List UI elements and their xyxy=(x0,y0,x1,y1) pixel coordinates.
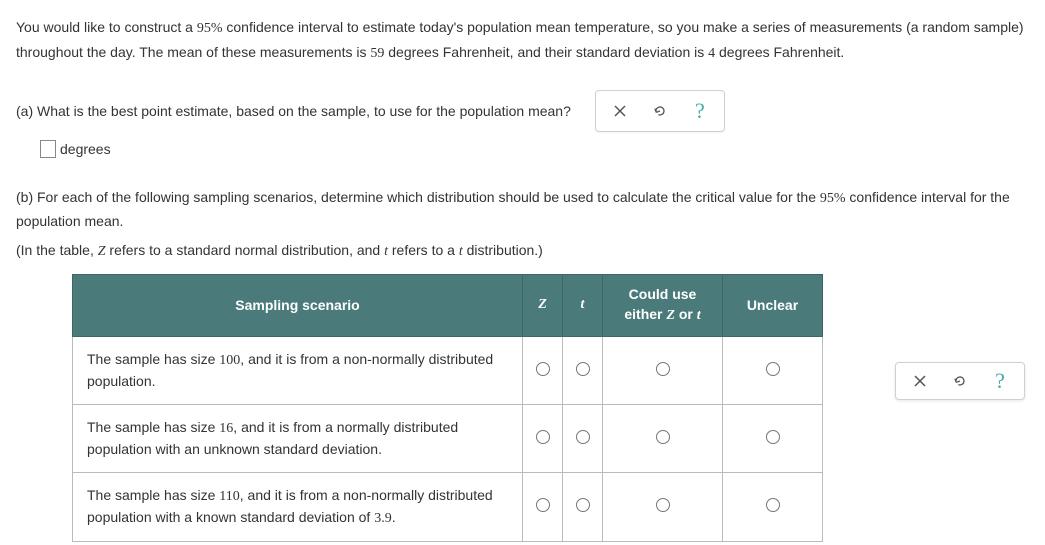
radio-either[interactable] xyxy=(656,430,670,444)
help-button[interactable]: ? xyxy=(980,367,1020,395)
reset-button[interactable] xyxy=(940,367,980,395)
radio-z[interactable] xyxy=(536,430,550,444)
close-button[interactable] xyxy=(600,95,640,127)
point-estimate-input[interactable] xyxy=(40,140,56,158)
radio-unclear[interactable] xyxy=(766,430,780,444)
radio-t[interactable] xyxy=(576,498,590,512)
close-icon xyxy=(612,103,628,119)
close-button[interactable] xyxy=(900,367,940,395)
unit-label: degrees xyxy=(60,141,111,157)
question-icon: ? xyxy=(695,98,705,124)
intro-text: You would like to construct a 95% confid… xyxy=(16,16,1029,66)
scenario-cell: The sample has size 100, and it is from … xyxy=(73,336,523,404)
distribution-table: Sampling scenario Z t Could use either Z… xyxy=(72,274,823,541)
question-a-text: (a) What is the best point estimate, bas… xyxy=(16,103,571,119)
question-b-text: (b) For each of the following sampling s… xyxy=(16,186,1029,233)
header-t: t xyxy=(563,275,603,336)
table-note: (In the table, Z refers to a standard no… xyxy=(16,242,1029,260)
table-row: The sample has size 110, and it is from … xyxy=(73,472,823,541)
reset-button[interactable] xyxy=(640,95,680,127)
reset-icon xyxy=(952,373,968,389)
header-unclear: Unclear xyxy=(723,275,823,336)
radio-either[interactable] xyxy=(656,362,670,376)
toolbar-a: ? xyxy=(595,90,725,132)
radio-either[interactable] xyxy=(656,498,670,512)
toolbar-floating: ? xyxy=(895,362,1025,400)
scenario-cell: The sample has size 16, and it is from a… xyxy=(73,404,523,472)
header-either: Could use either Z or t xyxy=(603,275,723,336)
help-button[interactable]: ? xyxy=(680,95,720,127)
radio-z[interactable] xyxy=(536,498,550,512)
question-icon: ? xyxy=(995,368,1005,394)
close-icon xyxy=(912,373,928,389)
radio-t[interactable] xyxy=(576,362,590,376)
header-scenario: Sampling scenario xyxy=(73,275,523,336)
header-z: Z xyxy=(523,275,563,336)
radio-unclear[interactable] xyxy=(766,498,780,512)
radio-t[interactable] xyxy=(576,430,590,444)
radio-unclear[interactable] xyxy=(766,362,780,376)
reset-icon xyxy=(652,103,668,119)
scenario-cell: The sample has size 110, and it is from … xyxy=(73,472,523,541)
table-row: The sample has size 100, and it is from … xyxy=(73,336,823,404)
table-row: The sample has size 16, and it is from a… xyxy=(73,404,823,472)
radio-z[interactable] xyxy=(536,362,550,376)
